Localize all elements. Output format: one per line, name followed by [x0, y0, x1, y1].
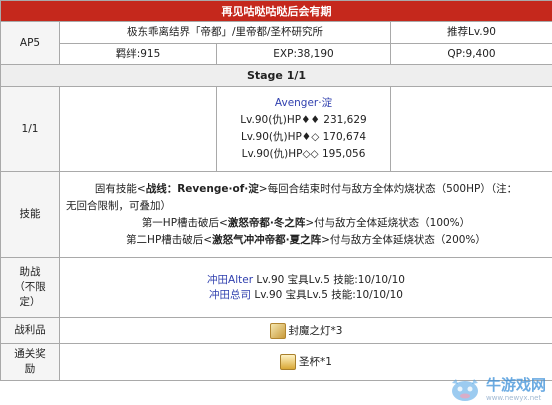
support-row-2: 冲田总司 Lv.90 宝具Lv.5 技能:10/10/10: [209, 288, 403, 301]
enemy-cell: Avenger·淀 Lv.90(仇)HP♦♦ 231,629 Lv.90(仇)H…: [216, 86, 391, 172]
wave-label: 1/1: [0, 86, 60, 172]
cow-mascot-icon: [451, 379, 478, 401]
watermark: 牛游戏网 www.newyx.net: [446, 375, 546, 403]
qp-reward: QP:9,400: [390, 43, 552, 65]
drop-item: 封魔之灯*3: [288, 324, 343, 337]
drops-cell: 封魔之灯*3: [59, 317, 552, 344]
support-servant-link[interactable]: 冲田Alter: [207, 274, 253, 286]
drops-label: 战利品: [0, 317, 60, 344]
quest-title: 再见咕哒咕哒后会有期: [0, 0, 552, 22]
enemy-name-link[interactable]: Avenger·淀: [221, 95, 386, 112]
enemy-hp-1: Lv.90(仇)HP♦♦ 231,629: [240, 114, 367, 126]
wave-empty-left: [59, 86, 217, 172]
exp-reward: EXP:38,190: [216, 43, 391, 65]
watermark-name: 牛游戏网: [485, 375, 546, 394]
recommended-level: 推荐Lv.90: [390, 21, 552, 44]
skills-label: 技能: [0, 171, 60, 258]
skills-cell: 固有技能<战线：Revenge·of·淀>每回合结束时付与敌方全体灼烧状态（50…: [59, 171, 552, 258]
watermark-url: www.newyx.net: [485, 393, 542, 402]
clear-reward-label: 通关奖 励: [0, 343, 60, 381]
quest-info-page: 再见咕哒咕哒后会有期 AP5 极东乖离结界「帝都」/里帝都/圣杯研究所 推荐Lv…: [0, 0, 552, 405]
clear-reward-item: 圣杯*1: [299, 356, 332, 368]
skill-line-2: 第一HP槽击破后<激怒帝都·冬之阵>付与敌方全体延烧状态（100%）: [141, 216, 471, 229]
skill-line-1b: 无回合限制，可叠加）: [66, 199, 171, 212]
wave-empty-right: [390, 86, 552, 172]
ap-cost: AP5: [0, 21, 60, 65]
quest-table: 再见咕哒咕哒后会有期 AP5 极东乖离结界「帝都」/里帝都/圣杯研究所 推荐Lv…: [0, 0, 552, 381]
holy-grail-icon[interactable]: [280, 354, 297, 370]
bond-reward: 羁绊:915: [59, 43, 217, 65]
enemy-hp-3: Lv.90(仇)HP◇◇ 195,056: [241, 148, 366, 160]
lamp-icon[interactable]: [269, 322, 286, 339]
enemy-hp-2: Lv.90(仇)HP♦◇ 170,674: [240, 131, 367, 143]
skill-line-1: 固有技能<战线：Revenge·of·淀>每回合结束时付与敌方全体灼烧状态（50…: [94, 182, 518, 195]
support-cell: 冲田Alter Lv.90 宝具Lv.5 技能:10/10/10 冲田总司 Lv…: [59, 257, 552, 318]
support-row-1: 冲田Alter Lv.90 宝具Lv.5 技能:10/10/10: [207, 273, 405, 286]
quest-location: 极东乖离结界「帝都」/里帝都/圣杯研究所: [59, 21, 391, 44]
support-servant-link[interactable]: 冲田总司: [209, 289, 251, 301]
skill-line-3: 第二HP槽击破后<激怒气冲冲帝都·夏之阵>付与敌方全体延烧状态（200%）: [126, 233, 486, 246]
stage-header: Stage 1/1: [0, 64, 552, 87]
support-label: 助战 （不限 定）: [0, 257, 60, 318]
